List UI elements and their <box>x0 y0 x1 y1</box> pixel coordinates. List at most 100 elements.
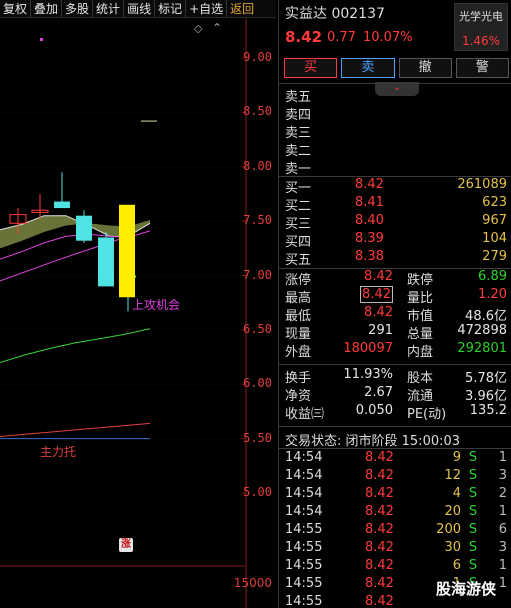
stat-key: 涨停 <box>285 273 312 288</box>
tick-count: 1 <box>498 558 507 573</box>
stat-key: 流通 <box>407 389 434 404</box>
stat-key: 跌停 <box>407 273 434 288</box>
alert-button[interactable]: 警 <box>455 58 509 78</box>
bid-price: 8.39 <box>355 231 384 246</box>
tick-side: S <box>468 486 478 501</box>
toolbar-mark-button[interactable]: 标记 <box>155 0 187 17</box>
price-axis-label: 5.00 <box>243 485 272 499</box>
price-axis-label: 8.00 <box>243 158 272 173</box>
ask-label: 卖五 <box>285 90 312 105</box>
stat-value: 5.78亿 <box>465 371 507 386</box>
tick-volume: 200 <box>436 522 461 537</box>
tick-time: 14:54 <box>285 468 323 483</box>
divider <box>279 426 511 427</box>
bid-label: 买五 <box>285 253 312 268</box>
cancel-order-button[interactable]: 撤 <box>398 58 452 78</box>
toolbar-restore-rights-button[interactable]: 复权 <box>0 0 32 17</box>
chevron-up-icon[interactable]: ⌃ <box>212 21 222 35</box>
stat-value: 135.2 <box>469 403 507 418</box>
ask-row[interactable]: 卖一 <box>285 158 507 177</box>
stock-title: 实益达 002137 <box>285 3 385 23</box>
divider <box>279 83 511 84</box>
tick-time: 14:55 <box>285 576 323 591</box>
candle-body <box>119 204 135 298</box>
sell-button[interactable]: 卖 <box>341 58 395 78</box>
toolbar-draw-line-button[interactable]: 画线 <box>124 0 156 17</box>
price-axis-label: 8.50 <box>243 104 272 119</box>
toolbar-multi-stock-button[interactable]: 多股 <box>62 0 94 17</box>
bid-label: 买四 <box>285 235 312 250</box>
bid-orderbook: 买一 8.42 261089 买二 8.41 623 买三 8.40 967 买四 8.39 104 买… <box>285 177 507 268</box>
bid-row[interactable]: 买四 8.39 104 <box>285 231 507 250</box>
tick-row: 14:55 8.42 6 S 1 <box>285 558 507 576</box>
bid-price: 8.40 <box>355 213 384 228</box>
tick-count: 3 <box>498 468 507 483</box>
tick-time: 14:55 <box>285 558 323 573</box>
ask-row[interactable]: 卖二 <box>285 140 507 159</box>
quote-stats: 涨停 8.42 跌停 6.89 最高 8.42 量比 1.20 最低 8.42 市值 48.6亿 现量 2… <box>285 269 507 360</box>
price-axis-label: 6.50 <box>243 321 272 336</box>
ask-price <box>355 158 415 176</box>
kline-svg <box>0 18 247 608</box>
stat-value: 11.93% <box>327 367 393 385</box>
ask-volume <box>415 104 507 122</box>
sector-box[interactable]: 光学光电 1.46% <box>454 3 508 51</box>
bid-row[interactable]: 买五 8.38 279 <box>285 249 507 268</box>
kline-chart[interactable]: ◇ ⌃ 9.00 8.50 8.00 7.50 7.00 6.50 6.00 5.50 5.00… <box>0 18 276 608</box>
ask-volume <box>415 86 507 104</box>
stat-value: 48.6亿 <box>465 309 507 324</box>
tick-volume: 9 <box>452 450 461 465</box>
tick-time: 14:54 <box>285 450 323 465</box>
ask-row[interactable]: 卖三 <box>285 122 507 141</box>
price-axis-label: 7.50 <box>243 213 272 228</box>
ask-price <box>355 86 415 104</box>
bid-row[interactable]: 买二 8.41 623 <box>285 195 507 214</box>
toolbar-statistics-button[interactable]: 统计 <box>93 0 125 17</box>
tick-side: S <box>468 522 478 537</box>
tick-row: 14:54 8.42 20 S 1 <box>285 504 507 522</box>
stat-key: 最低 <box>285 309 312 324</box>
bid-row[interactable]: 买三 8.40 967 <box>285 213 507 232</box>
ask-row[interactable]: 卖五 <box>285 86 507 105</box>
ask-volume <box>415 140 507 158</box>
ask-price <box>355 122 415 140</box>
stat-value: 291 <box>327 323 393 341</box>
ask-price <box>355 104 415 122</box>
tick-price: 8.42 <box>365 576 394 591</box>
stat-value: 292801 <box>457 341 507 356</box>
toolbar-overlay-button[interactable]: 叠加 <box>31 0 63 17</box>
buy-button[interactable]: 买 <box>284 58 338 78</box>
bid-row[interactable]: 买一 8.42 261089 <box>285 177 507 196</box>
marker-dot <box>40 38 43 41</box>
tick-count: 1 <box>498 450 507 465</box>
stat-row: 换手 11.93% 股本 5.78亿 <box>285 367 507 386</box>
toolbar-back-button[interactable]: 返回 <box>227 0 257 17</box>
stat-value-text: 8.42 <box>364 305 393 320</box>
watermark-text: 股海游侠 <box>436 580 497 598</box>
ask-row[interactable]: 卖四 <box>285 104 507 123</box>
stat-value: 472898 <box>457 323 507 338</box>
tick-volume: 6 <box>452 558 461 573</box>
fundamental-stats: 换手 11.93% 股本 5.78亿 净资 2.67 流通 3.96亿 收益㈢ 0.050 PE(动… <box>285 367 507 422</box>
stat-key: 总量 <box>407 327 434 342</box>
stat-value: 180097 <box>327 341 393 359</box>
ask-volume <box>415 122 507 140</box>
stat-row: 净资 2.67 流通 3.96亿 <box>285 385 507 404</box>
annotation-attack-opportunity: 上攻机会 <box>132 298 181 312</box>
ask-price <box>355 140 415 158</box>
ask-orderbook: 卖五 卖四 卖三 卖二 卖一 <box>285 86 507 177</box>
stat-key: 市值 <box>407 309 434 324</box>
tick-side: S <box>468 558 478 573</box>
tick-side: S <box>468 468 478 483</box>
tick-time: 14:54 <box>285 486 323 501</box>
stat-value: 0.050 <box>327 403 393 421</box>
tick-volume: 30 <box>444 540 461 555</box>
tick-time: 14:55 <box>285 540 323 555</box>
tick-count: 1 <box>498 504 507 519</box>
chart-toolbar: 复权 叠加 多股 统计 画线 标记 +自选 返回 <box>0 0 276 18</box>
stock-price: 8.42 <box>285 28 323 46</box>
stat-value-text: 2.67 <box>364 385 393 400</box>
tick-side: S <box>468 450 478 465</box>
toolbar-add-watchlist-button[interactable]: +自选 <box>186 0 228 17</box>
diamond-icon[interactable]: ◇ <box>194 22 202 35</box>
